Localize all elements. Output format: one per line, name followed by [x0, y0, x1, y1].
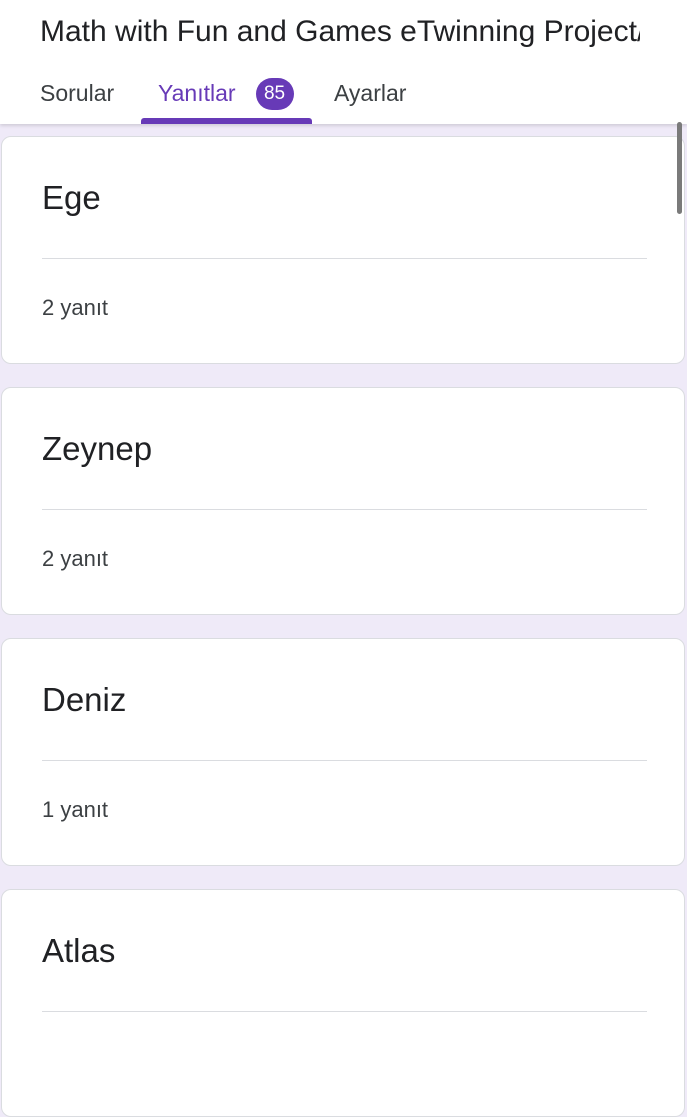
tab-questions[interactable]: Sorular [40, 70, 114, 124]
response-card[interactable]: Deniz 1 yanıt [1, 638, 685, 866]
card-divider [42, 1011, 647, 1012]
form-title: Math with Fun and Games eTwinning Projec… [40, 15, 640, 48]
app-header: Math with Fun and Games eTwinning Projec… [0, 0, 687, 124]
responses-count-badge: 85 [255, 78, 294, 110]
tab-bar: Sorular Yanıtlar 85 Ayarlar [0, 70, 687, 124]
card-divider [42, 760, 647, 761]
response-count: 2 yanıt [42, 546, 109, 571]
response-card[interactable]: Atlas [1, 889, 685, 1117]
tab-responses-label: Yanıtlar [158, 80, 236, 106]
tab-responses[interactable]: Yanıtlar 85 [158, 70, 294, 124]
card-divider [42, 509, 647, 510]
active-tab-indicator [141, 118, 312, 124]
response-card[interactable]: Ege 2 yanıt [1, 136, 685, 364]
scrollbar[interactable] [677, 122, 682, 214]
response-card[interactable]: Zeynep 2 yanıt [1, 387, 685, 615]
response-option-name: Atlas [42, 932, 116, 969]
tab-questions-label: Sorular [40, 80, 115, 106]
response-option-name: Zeynep [42, 430, 153, 467]
tab-settings-label: Ayarlar [334, 80, 407, 106]
tab-settings[interactable]: Ayarlar [334, 70, 406, 124]
card-divider [42, 258, 647, 259]
response-count: 2 yanıt [42, 295, 109, 320]
response-option-name: Ege [42, 179, 101, 216]
response-option-name: Deniz [42, 681, 127, 718]
response-count: 1 yanıt [42, 797, 109, 822]
